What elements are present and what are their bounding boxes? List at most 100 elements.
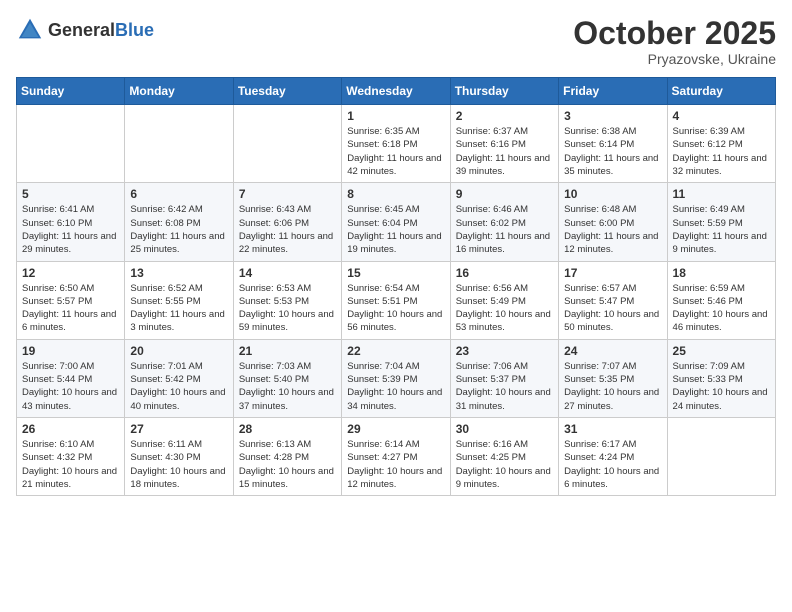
day-sunset: Sunset: 6:18 PM — [347, 138, 444, 151]
calendar-week-row: 12 Sunrise: 6:50 AM Sunset: 5:57 PM Dayl… — [17, 261, 776, 339]
col-thursday: Thursday — [450, 78, 558, 105]
day-daylight: Daylight: 10 hours and 15 minutes. — [239, 465, 336, 492]
day-sunset: Sunset: 4:25 PM — [456, 451, 553, 464]
day-sunset: Sunset: 6:08 PM — [130, 217, 227, 230]
day-number: 8 — [347, 187, 444, 201]
table-row: 24 Sunrise: 7:07 AM Sunset: 5:35 PM Dayl… — [559, 339, 667, 417]
logo-text-blue: Blue — [115, 20, 154, 40]
day-number: 20 — [130, 344, 227, 358]
table-row: 26 Sunrise: 6:10 AM Sunset: 4:32 PM Dayl… — [17, 417, 125, 495]
day-sunrise: Sunrise: 7:00 AM — [22, 360, 119, 373]
table-row: 1 Sunrise: 6:35 AM Sunset: 6:18 PM Dayli… — [342, 105, 450, 183]
day-sunset: Sunset: 5:53 PM — [239, 295, 336, 308]
day-daylight: Daylight: 11 hours and 19 minutes. — [347, 230, 444, 257]
location-title: Pryazovske, Ukraine — [573, 51, 776, 67]
day-number: 11 — [673, 187, 770, 201]
day-sunrise: Sunrise: 6:37 AM — [456, 125, 553, 138]
day-sunrise: Sunrise: 6:14 AM — [347, 438, 444, 451]
day-sunrise: Sunrise: 6:35 AM — [347, 125, 444, 138]
day-sunset: Sunset: 4:30 PM — [130, 451, 227, 464]
day-number: 14 — [239, 266, 336, 280]
table-row: 20 Sunrise: 7:01 AM Sunset: 5:42 PM Dayl… — [125, 339, 233, 417]
day-daylight: Daylight: 10 hours and 46 minutes. — [673, 308, 770, 335]
table-row: 11 Sunrise: 6:49 AM Sunset: 5:59 PM Dayl… — [667, 183, 775, 261]
day-sunrise: Sunrise: 7:07 AM — [564, 360, 661, 373]
table-row: 19 Sunrise: 7:00 AM Sunset: 5:44 PM Dayl… — [17, 339, 125, 417]
day-sunrise: Sunrise: 6:56 AM — [456, 282, 553, 295]
title-block: October 2025 Pryazovske, Ukraine — [573, 16, 776, 67]
day-sunset: Sunset: 5:55 PM — [130, 295, 227, 308]
day-number: 31 — [564, 422, 661, 436]
col-sunday: Sunday — [17, 78, 125, 105]
day-sunset: Sunset: 5:51 PM — [347, 295, 444, 308]
day-number: 3 — [564, 109, 661, 123]
day-sunset: Sunset: 5:40 PM — [239, 373, 336, 386]
day-number: 27 — [130, 422, 227, 436]
table-row: 30 Sunrise: 6:16 AM Sunset: 4:25 PM Dayl… — [450, 417, 558, 495]
day-daylight: Daylight: 10 hours and 27 minutes. — [564, 386, 661, 413]
day-number: 26 — [22, 422, 119, 436]
day-sunset: Sunset: 5:37 PM — [456, 373, 553, 386]
table-row: 12 Sunrise: 6:50 AM Sunset: 5:57 PM Dayl… — [17, 261, 125, 339]
day-number: 24 — [564, 344, 661, 358]
day-number: 28 — [239, 422, 336, 436]
day-daylight: Daylight: 11 hours and 22 minutes. — [239, 230, 336, 257]
day-daylight: Daylight: 11 hours and 9 minutes. — [673, 230, 770, 257]
day-sunrise: Sunrise: 6:45 AM — [347, 203, 444, 216]
table-row: 9 Sunrise: 6:46 AM Sunset: 6:02 PM Dayli… — [450, 183, 558, 261]
day-number: 29 — [347, 422, 444, 436]
table-row: 28 Sunrise: 6:13 AM Sunset: 4:28 PM Dayl… — [233, 417, 341, 495]
day-sunset: Sunset: 4:32 PM — [22, 451, 119, 464]
col-tuesday: Tuesday — [233, 78, 341, 105]
table-row: 25 Sunrise: 7:09 AM Sunset: 5:33 PM Dayl… — [667, 339, 775, 417]
day-number: 25 — [673, 344, 770, 358]
table-row — [667, 417, 775, 495]
day-number: 16 — [456, 266, 553, 280]
day-daylight: Daylight: 11 hours and 25 minutes. — [130, 230, 227, 257]
day-sunrise: Sunrise: 6:49 AM — [673, 203, 770, 216]
table-row: 29 Sunrise: 6:14 AM Sunset: 4:27 PM Dayl… — [342, 417, 450, 495]
day-sunset: Sunset: 5:59 PM — [673, 217, 770, 230]
calendar-week-row: 5 Sunrise: 6:41 AM Sunset: 6:10 PM Dayli… — [17, 183, 776, 261]
logo: GeneralBlue — [16, 16, 154, 44]
day-sunset: Sunset: 6:00 PM — [564, 217, 661, 230]
day-sunset: Sunset: 5:33 PM — [673, 373, 770, 386]
day-sunrise: Sunrise: 6:50 AM — [22, 282, 119, 295]
table-row: 16 Sunrise: 6:56 AM Sunset: 5:49 PM Dayl… — [450, 261, 558, 339]
day-sunset: Sunset: 4:28 PM — [239, 451, 336, 464]
day-daylight: Daylight: 10 hours and 12 minutes. — [347, 465, 444, 492]
table-row: 5 Sunrise: 6:41 AM Sunset: 6:10 PM Dayli… — [17, 183, 125, 261]
day-sunrise: Sunrise: 6:42 AM — [130, 203, 227, 216]
day-daylight: Daylight: 10 hours and 6 minutes. — [564, 465, 661, 492]
day-daylight: Daylight: 10 hours and 56 minutes. — [347, 308, 444, 335]
day-sunrise: Sunrise: 6:17 AM — [564, 438, 661, 451]
table-row: 27 Sunrise: 6:11 AM Sunset: 4:30 PM Dayl… — [125, 417, 233, 495]
day-daylight: Daylight: 10 hours and 9 minutes. — [456, 465, 553, 492]
table-row — [233, 105, 341, 183]
day-sunrise: Sunrise: 6:16 AM — [456, 438, 553, 451]
day-number: 13 — [130, 266, 227, 280]
page-header: GeneralBlue October 2025 Pryazovske, Ukr… — [16, 16, 776, 67]
day-daylight: Daylight: 10 hours and 40 minutes. — [130, 386, 227, 413]
col-friday: Friday — [559, 78, 667, 105]
day-daylight: Daylight: 10 hours and 37 minutes. — [239, 386, 336, 413]
day-sunset: Sunset: 5:39 PM — [347, 373, 444, 386]
day-daylight: Daylight: 10 hours and 53 minutes. — [456, 308, 553, 335]
table-row: 15 Sunrise: 6:54 AM Sunset: 5:51 PM Dayl… — [342, 261, 450, 339]
day-sunrise: Sunrise: 6:46 AM — [456, 203, 553, 216]
table-row: 8 Sunrise: 6:45 AM Sunset: 6:04 PM Dayli… — [342, 183, 450, 261]
day-daylight: Daylight: 10 hours and 43 minutes. — [22, 386, 119, 413]
day-sunset: Sunset: 6:12 PM — [673, 138, 770, 151]
day-daylight: Daylight: 11 hours and 35 minutes. — [564, 152, 661, 179]
day-daylight: Daylight: 10 hours and 59 minutes. — [239, 308, 336, 335]
day-sunrise: Sunrise: 6:11 AM — [130, 438, 227, 451]
day-daylight: Daylight: 11 hours and 3 minutes. — [130, 308, 227, 335]
day-sunrise: Sunrise: 6:57 AM — [564, 282, 661, 295]
day-number: 21 — [239, 344, 336, 358]
day-number: 5 — [22, 187, 119, 201]
day-daylight: Daylight: 11 hours and 39 minutes. — [456, 152, 553, 179]
day-daylight: Daylight: 10 hours and 21 minutes. — [22, 465, 119, 492]
day-sunset: Sunset: 5:49 PM — [456, 295, 553, 308]
calendar-table: Sunday Monday Tuesday Wednesday Thursday… — [16, 77, 776, 496]
table-row: 6 Sunrise: 6:42 AM Sunset: 6:08 PM Dayli… — [125, 183, 233, 261]
